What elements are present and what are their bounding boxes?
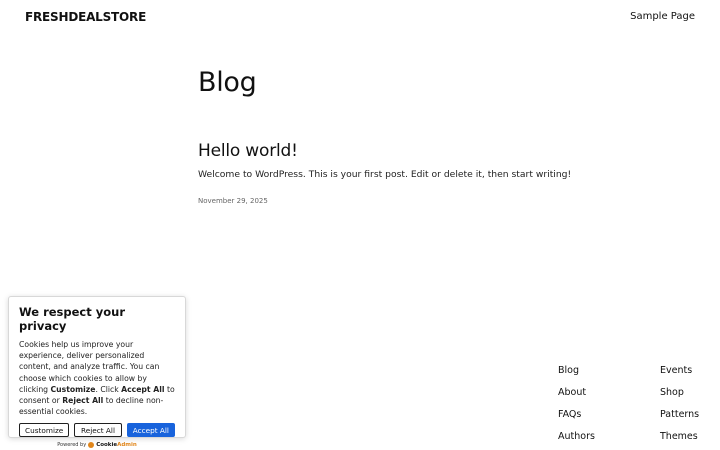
cookieadmin-logo[interactable]: CookieAdmin [96, 442, 137, 448]
nav-sample-page[interactable]: Sample Page [630, 11, 695, 22]
cookie-consent-banner: We respect your privacy Cookies help us … [8, 296, 186, 449]
footer-nav-column-1: Blog About FAQs Authors [558, 365, 595, 442]
accept-all-button[interactable]: Accept All [126, 423, 176, 438]
footer-link-authors[interactable]: Authors [558, 431, 595, 442]
powered-by: Powered by CookieAdmin [19, 442, 175, 449]
footer-link-events[interactable]: Events [660, 365, 699, 376]
footer-link-faqs[interactable]: FAQs [558, 409, 595, 420]
footer-link-blog[interactable]: Blog [558, 365, 595, 376]
cookie-banner-title: We respect your privacy [19, 305, 125, 333]
page: FRESHDEALSTORE Sample Page Blog Hello wo… [0, 0, 720, 450]
post-date: November 29, 2025 [198, 197, 268, 205]
cookie-banner-buttons: Customize Reject All Accept All [19, 423, 176, 438]
footer-link-themes[interactable]: Themes [660, 431, 699, 442]
cookie-banner-text: Cookies help us improve your experience,… [19, 340, 175, 417]
post-title[interactable]: Hello world! [198, 141, 298, 161]
footer-link-shop[interactable]: Shop [660, 387, 699, 398]
page-title: Blog [198, 67, 257, 98]
customize-button[interactable]: Customize [19, 423, 70, 438]
powered-by-label: Powered by [57, 442, 87, 449]
footer-link-patterns[interactable]: Patterns [660, 409, 699, 420]
post-excerpt: Welcome to WordPress. This is your first… [198, 169, 572, 180]
footer-link-about[interactable]: About [558, 387, 595, 398]
footer-nav-column-2: Events Shop Patterns Themes [660, 365, 699, 442]
site-title[interactable]: FRESHDEALSTORE [25, 10, 146, 24]
cookie-icon [88, 442, 95, 449]
reject-all-button[interactable]: Reject All [74, 423, 122, 438]
